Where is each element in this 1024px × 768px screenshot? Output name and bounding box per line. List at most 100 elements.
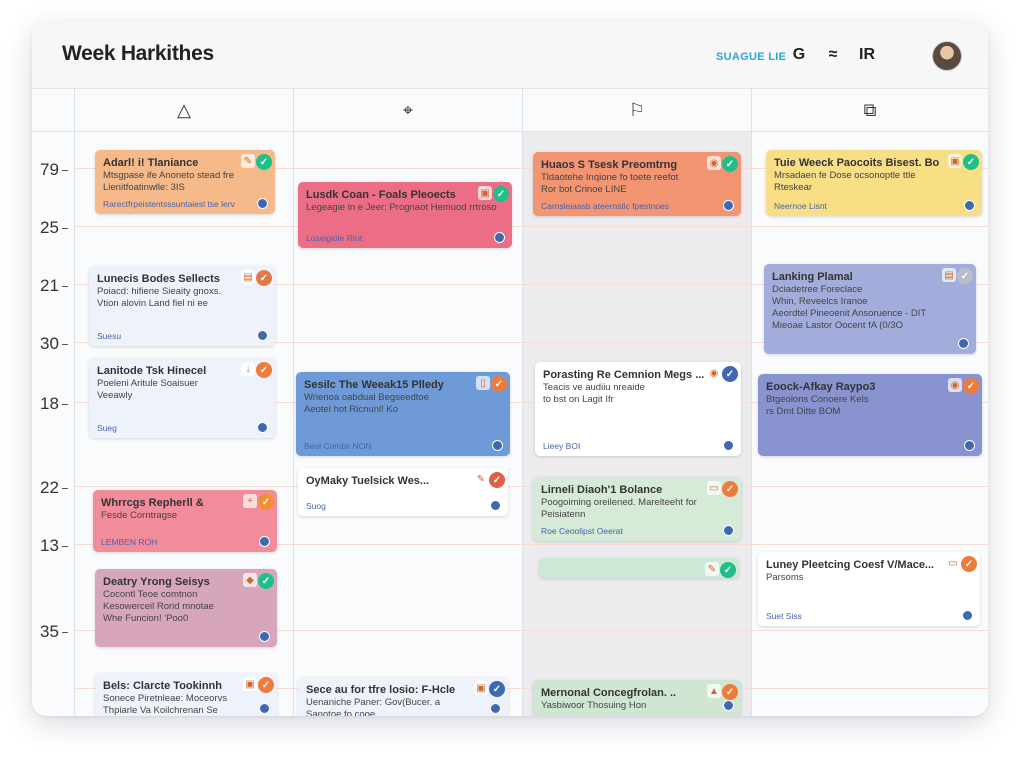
status-dot-icon	[257, 198, 268, 209]
day-column-3[interactable]: Huaos S Tsesk Preomtrng Tldaotehe Inqione…	[523, 132, 752, 716]
hour-gridline	[523, 284, 751, 285]
event-footer: Neernoe Lisnt	[774, 201, 827, 211]
event-detail: Mieoae Lastor Oocent fA (0/3O	[772, 320, 903, 331]
avatar[interactable]	[932, 41, 962, 71]
event-card[interactable]: Adarl! i! Tlaniance Mtsgpase ife Anoneto …	[95, 150, 275, 214]
page-title: Week Harkithes	[62, 42, 214, 65]
event-detail: Cocontl Teoe comtnon	[103, 589, 198, 600]
apple-icon[interactable]	[890, 44, 912, 66]
event-card[interactable]: Whrrcgs Repherll & Fesde Corntragse LEMBEN…	[93, 490, 277, 552]
event-card[interactable]: ✓ ✎	[539, 558, 739, 578]
event-detail: Mrsadaen fe Dose ocsonoptle ttle	[774, 170, 916, 181]
event-detail: Peisiatenn	[541, 509, 586, 520]
event-card[interactable]: Porasting Re Cemnion Megs ... Teacis ve a…	[535, 362, 741, 456]
status-dot-icon	[723, 700, 734, 711]
event-detail: Ror bot Crinoe LINE	[541, 184, 627, 195]
event-card[interactable]: Lanking Plamal Dciadetree Foreclace Whin, …	[764, 264, 976, 354]
column-header-4[interactable]: ⧉	[752, 89, 988, 132]
event-footer: Suog	[306, 501, 326, 511]
check-badge-icon[interactable]: ✓	[256, 270, 272, 286]
check-badge-icon[interactable]: ✓	[963, 378, 979, 394]
hour-gridline	[294, 544, 522, 545]
column-header-3[interactable]: ⚐	[523, 89, 752, 132]
hour-gridline	[752, 486, 988, 487]
event-card[interactable]: Eoock-Afkay Raypo3 Btgeolons Conoere Kels…	[758, 374, 982, 456]
status-dot-icon	[962, 610, 973, 621]
check-badge-icon[interactable]: ✓	[722, 481, 738, 497]
check-badge-icon[interactable]: ✓	[963, 154, 979, 170]
hour-gridline	[294, 342, 522, 343]
column-header-2[interactable]: ⌖	[294, 89, 523, 132]
event-card[interactable]: Lusdk Coan - Foals Pleoects Legeagie in e…	[298, 182, 512, 248]
status-dot-icon	[259, 631, 270, 642]
event-card[interactable]: Tuie Weeck Paocoits Bisest. Bo Mrsadaen f…	[766, 150, 982, 216]
event-card[interactable]: Sece au for tfre losio: F-Hcle Uenaniche …	[298, 677, 508, 716]
event-card[interactable]: Deatry Yrong Seisys Cocontl Teoe comtnon K…	[95, 569, 277, 647]
event-type-icon: ▭	[946, 556, 960, 570]
check-badge-icon[interactable]: ✓	[258, 494, 274, 510]
day-column-2[interactable]: Lusdk Coan - Foals Pleoects Legeagie in e…	[294, 132, 523, 716]
check-badge-icon[interactable]: ✓	[722, 156, 738, 172]
gutter-header	[32, 89, 75, 132]
check-badge-icon[interactable]: ✓	[957, 268, 973, 284]
triangle-icon: △	[177, 99, 191, 120]
event-card[interactable]: Sesilc The Weeak15 Plledy Wrienoa oabdual…	[296, 372, 510, 456]
event-title: Eoock-Afkay Raypo3	[766, 381, 876, 393]
hour-gridline	[75, 226, 293, 227]
check-badge-icon[interactable]: ✓	[722, 366, 738, 382]
event-card[interactable]: Mernonal Concegfrolan. .. Yasbiwoor Thosu…	[533, 680, 741, 716]
schedule-link[interactable]: SUAGUE LIE	[716, 51, 786, 63]
event-detail: Vtion alovin Land fiel ni ee	[97, 298, 208, 309]
refresh-icon[interactable]: G	[788, 44, 810, 66]
event-footer: Suesu	[97, 331, 122, 341]
check-badge-icon[interactable]: ✓	[489, 472, 505, 488]
event-detail: Teacis ve audiiu nreaide	[543, 382, 645, 393]
hour-gridline	[294, 284, 522, 285]
hour-label: 18	[32, 394, 80, 414]
column-header-1[interactable]: △	[75, 89, 294, 132]
event-footer: Lieey BOI	[543, 441, 581, 451]
day-column-1[interactable]: Adarl! i! Tlaniance Mtsgpase ife Anoneto …	[75, 132, 294, 716]
event-detail: rs Dmt Ditte BOM	[766, 406, 841, 417]
event-title: Lusdk Coan - Foals Pleoects	[306, 189, 456, 201]
event-card[interactable]: Huaos S Tsesk Preomtrng Tldaotehe Inqione…	[533, 152, 741, 216]
check-badge-icon[interactable]: ✓	[491, 376, 507, 392]
hour-label: 79	[32, 160, 80, 180]
check-badge-icon[interactable]: ✓	[493, 186, 509, 202]
status-dot-icon	[490, 703, 501, 714]
event-type-icon: ✎	[474, 472, 488, 486]
event-card[interactable]: Lunecis Bodes Sellects Poiacd: hifiene Si…	[89, 266, 275, 346]
hour-gridline	[752, 544, 988, 545]
move-icon: ⌖	[402, 99, 414, 120]
check-badge-icon[interactable]: ✓	[258, 573, 274, 589]
status-dot-icon	[494, 232, 505, 243]
status-dot-icon	[958, 338, 969, 349]
event-type-icon: ▯	[476, 376, 490, 390]
event-title: Mernonal Concegfrolan. ..	[541, 687, 677, 699]
event-card[interactable]: Luney Pleetcing Coesf V/Mace... Parsoms Su…	[758, 552, 980, 626]
event-detail: Wrienoa oabdual Begseedtoe	[304, 392, 430, 403]
event-detail: Whe Funcion! 'Poo0	[103, 613, 189, 624]
day-column-4[interactable]: Tuie Weeck Paocoits Bisest. Bo Mrsadaen f…	[752, 132, 988, 716]
event-card[interactable]: Bels: Clarcte Tookinnh Sonece Piretnleae:…	[95, 673, 277, 716]
status-dot-icon	[259, 703, 270, 714]
event-card[interactable]: Lanitode Tsk Hinecel Poeleni Aritule Soai…	[89, 358, 275, 438]
event-card[interactable]: OyMaky Tuelsick Wes... Suog ✓ ✎	[298, 468, 508, 516]
event-footer: LEMBEN ROH	[101, 537, 158, 547]
check-badge-icon[interactable]: ✓	[489, 681, 505, 697]
check-badge-icon[interactable]: ✓	[722, 684, 738, 700]
check-badge-icon[interactable]: ✓	[256, 362, 272, 378]
wifi-icon[interactable]: ≈	[822, 44, 844, 66]
check-badge-icon[interactable]: ✓	[256, 154, 272, 170]
event-card[interactable]: Lirneli Diaoh'1 Bolance Poogoiming oreile…	[533, 477, 741, 541]
check-badge-icon[interactable]: ✓	[258, 677, 274, 693]
check-badge-icon[interactable]: ✓	[961, 556, 977, 572]
status-dot-icon	[492, 440, 503, 451]
check-badge-icon[interactable]: ✓	[720, 562, 736, 578]
status-dot-icon	[723, 200, 734, 211]
event-detail: Thpiarle Va Koilchrenan Se	[103, 705, 218, 716]
hour-gridline	[523, 226, 751, 227]
event-title: OyMaky Tuelsick Wes...	[306, 475, 430, 487]
event-title: Sece au for tfre losio: F-Hcle	[306, 684, 456, 696]
stats-icon[interactable]: IR	[856, 44, 878, 66]
